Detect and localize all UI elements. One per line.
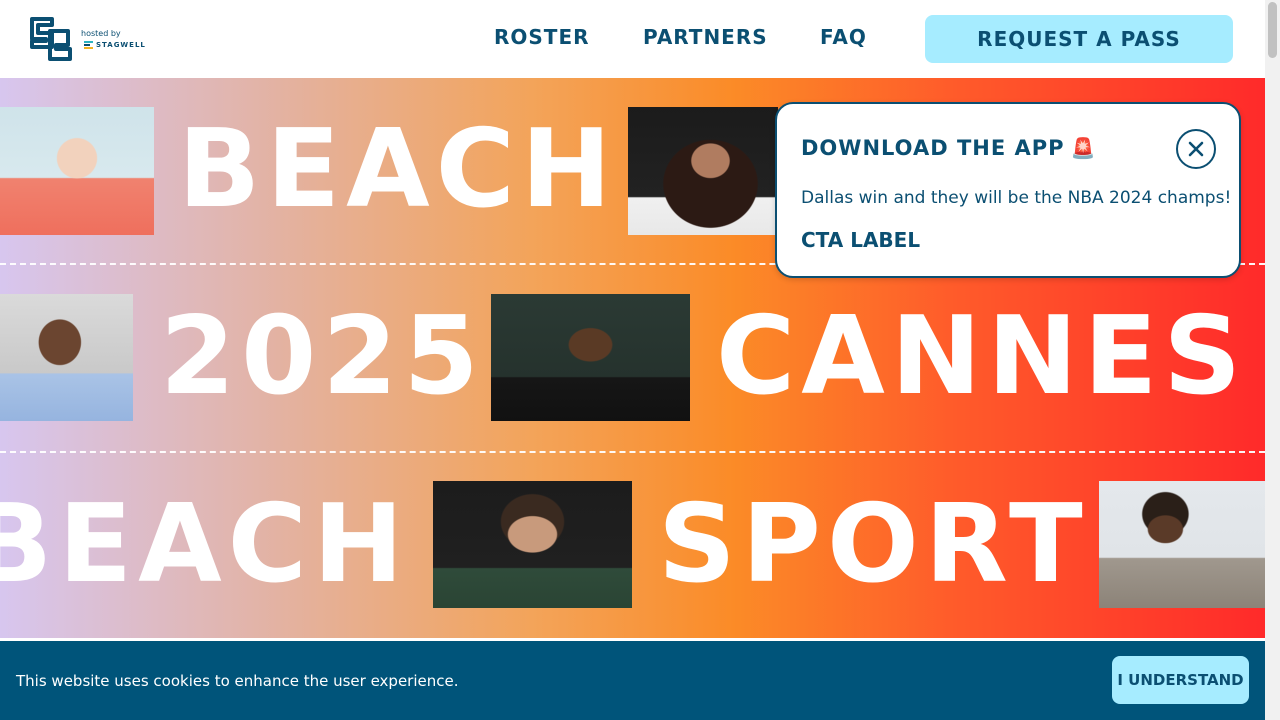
cookie-message: This website uses cookies to enhance the… (16, 672, 459, 690)
hosted-by-label: hosted by (81, 29, 121, 38)
stagwell-logo: STAGWELL (84, 41, 146, 49)
close-button[interactable] (1176, 129, 1216, 169)
site-header: hosted by STAGWELL ROSTER PARTNERS FAQ R… (0, 0, 1265, 78)
stagwell-mark-icon (84, 41, 93, 49)
popup-title: DOWNLOAD THE APP 🚨 (801, 136, 1096, 160)
sb-logo[interactable] (28, 15, 74, 63)
cookie-banner: This website uses cookies to enhance the… (0, 641, 1265, 720)
athlete-photo (1099, 481, 1265, 608)
close-icon (1188, 141, 1204, 157)
athlete-photo (628, 107, 778, 235)
accept-cookies-button[interactable]: I UNDERSTAND (1112, 656, 1249, 704)
athlete-photo (0, 294, 133, 421)
popup-message: Dallas win and they will be the NBA 2024… (801, 188, 1232, 208)
page: hosted by STAGWELL ROSTER PARTNERS FAQ R… (0, 0, 1280, 720)
siren-icon: 🚨 (1070, 136, 1097, 160)
request-pass-button[interactable]: REQUEST A PASS (925, 15, 1233, 63)
hero-word: BEACH (0, 482, 410, 607)
download-app-popup: DOWNLOAD THE APP 🚨 Dallas win and they wi… (775, 102, 1241, 278)
nav-roster[interactable]: ROSTER (494, 25, 590, 49)
popup-cta-link[interactable]: CTA LABEL (801, 228, 920, 252)
hero-word: 2025 (160, 294, 485, 419)
dashed-divider (0, 451, 1265, 453)
stagwell-wordmark: STAGWELL (96, 41, 146, 49)
athlete-photo (491, 294, 690, 421)
popup-title-text: DOWNLOAD THE APP (801, 136, 1065, 160)
scrollbar-thumb[interactable] (1268, 2, 1277, 58)
hero-word: CANNES (716, 294, 1248, 419)
vertical-scrollbar[interactable] (1265, 0, 1280, 720)
hero-word: BEACH (178, 107, 618, 232)
athlete-photo (433, 481, 632, 608)
nav-faq[interactable]: FAQ (820, 25, 867, 49)
hero-word: SPORT (658, 482, 1089, 607)
nav-partners[interactable]: PARTNERS (643, 25, 768, 49)
athlete-photo (0, 107, 154, 235)
